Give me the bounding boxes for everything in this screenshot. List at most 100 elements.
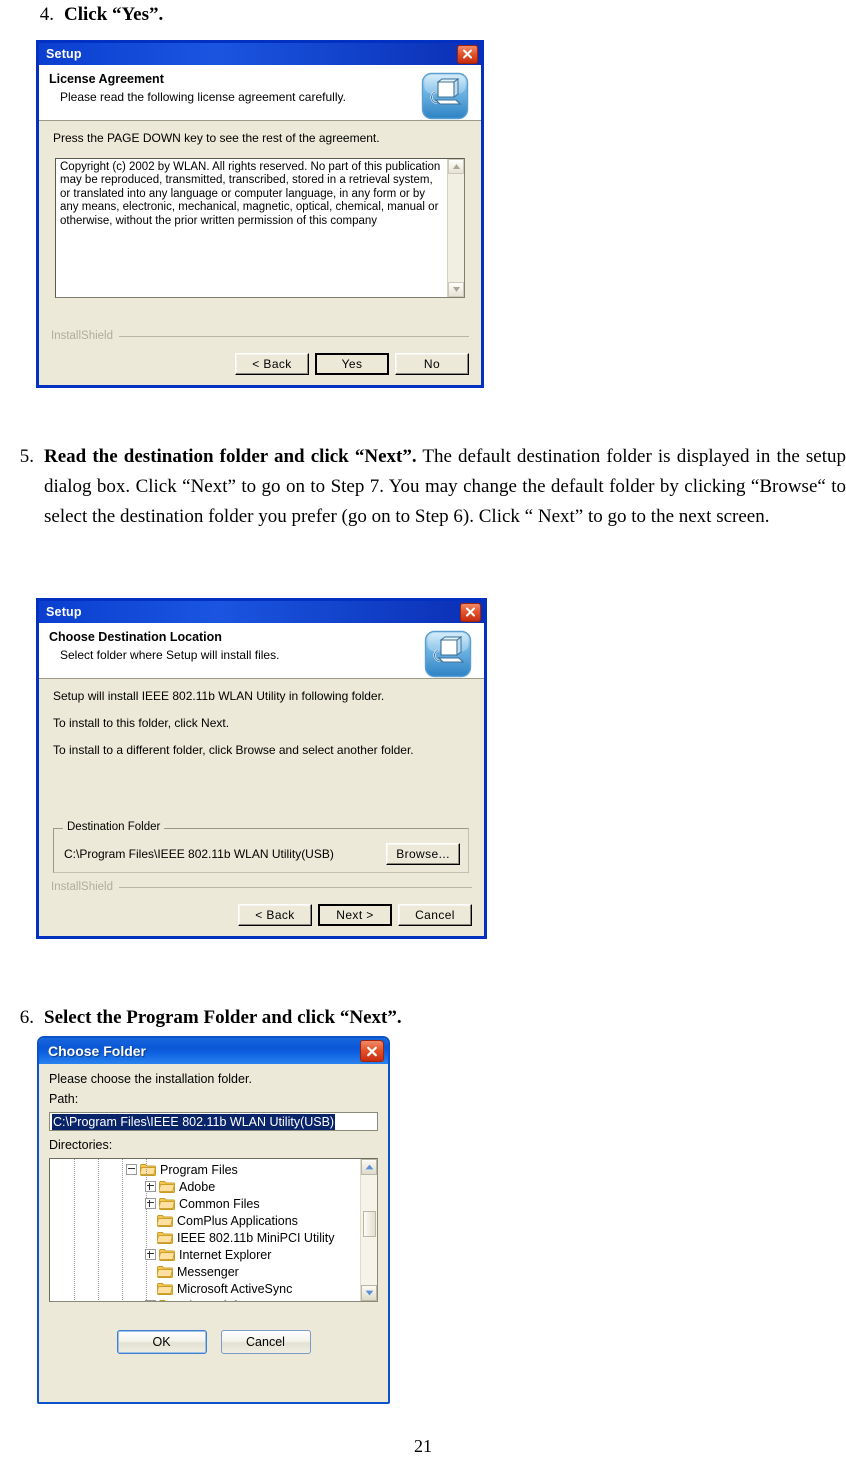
tree-item-label: Common Files bbox=[179, 1196, 260, 1211]
footer-divider bbox=[119, 335, 469, 337]
destination-folder-label: Destination Folder bbox=[63, 821, 165, 833]
no-button[interactable]: No bbox=[395, 353, 469, 375]
destination-button-row: < Back Next > Cancel bbox=[51, 904, 472, 926]
expand-plus-icon[interactable] bbox=[145, 1181, 156, 1192]
step-4-number: 4. bbox=[39, 4, 54, 25]
destination-line-1: Setup will install IEEE 802.11b WLAN Uti… bbox=[53, 689, 385, 703]
page-number: 21 bbox=[414, 1436, 432, 1456]
choose-folder-title: Choose Folder bbox=[48, 1043, 147, 1059]
collapse-minus-icon[interactable] bbox=[126, 1164, 137, 1175]
tree-item[interactable]: Program Files bbox=[50, 1161, 360, 1178]
installshield-computer-icon bbox=[424, 630, 472, 677]
expand-plus-icon[interactable] bbox=[145, 1198, 156, 1209]
scroll-down-icon[interactable] bbox=[361, 1285, 377, 1301]
scroll-up-icon[interactable] bbox=[361, 1159, 377, 1175]
tree-item[interactable]: microsoft frontpage bbox=[50, 1297, 360, 1301]
step-4-bold: Click “Yes”. bbox=[64, 4, 164, 25]
close-icon[interactable] bbox=[360, 1040, 384, 1062]
choose-folder-prompt: Please choose the installation folder. bbox=[49, 1072, 252, 1086]
scrollbar-thumb[interactable] bbox=[362, 1211, 376, 1237]
license-body: Press the PAGE DOWN key to see the rest … bbox=[39, 121, 481, 298]
tree-item-label: Adobe bbox=[179, 1179, 216, 1194]
destination-line-3: To install to a different folder, click … bbox=[53, 743, 414, 757]
license-dialog-title: Setup bbox=[46, 47, 82, 61]
browse-button[interactable]: Browse... bbox=[386, 842, 460, 865]
license-button-row: < Back Yes No bbox=[51, 353, 469, 375]
back-button[interactable]: < Back bbox=[238, 904, 312, 926]
footer-divider bbox=[119, 886, 472, 888]
close-icon[interactable] bbox=[457, 44, 478, 64]
step-5-bold: Read the destination folder and click “N… bbox=[44, 446, 417, 467]
scroll-down-icon[interactable] bbox=[448, 282, 464, 297]
folder-icon bbox=[157, 1231, 177, 1244]
tree-item[interactable]: Messenger bbox=[50, 1263, 360, 1280]
license-instruction: Press the PAGE DOWN key to see the rest … bbox=[53, 131, 380, 145]
scroll-up-icon[interactable] bbox=[448, 159, 464, 174]
license-scrollbar[interactable] bbox=[447, 159, 464, 297]
choose-folder-titlebar[interactable]: Choose Folder bbox=[39, 1038, 388, 1064]
expand-plus-icon[interactable] bbox=[145, 1249, 156, 1260]
destination-header-band: Choose Destination Location Select folde… bbox=[39, 623, 484, 679]
destination-dialog-title: Setup bbox=[46, 605, 82, 619]
folder-icon bbox=[159, 1197, 179, 1210]
back-button[interactable]: < Back bbox=[235, 353, 309, 375]
cancel-button[interactable]: Cancel bbox=[220, 1330, 311, 1354]
tree-guide-line bbox=[74, 1159, 75, 1301]
destination-header-text: Choose Destination Location Select folde… bbox=[49, 629, 424, 678]
license-header-band: License Agreement Please read the follow… bbox=[39, 65, 481, 121]
ok-button[interactable]: OK bbox=[116, 1330, 207, 1354]
tree-item[interactable]: ComPlus Applications bbox=[50, 1212, 360, 1229]
tree-item[interactable]: Adobe bbox=[50, 1178, 360, 1195]
tree-item-label: Program Files bbox=[160, 1162, 238, 1177]
license-header-title: License Agreement bbox=[49, 72, 164, 86]
path-input[interactable]: C:\Program Files\IEEE 802.11b WLAN Utili… bbox=[49, 1112, 378, 1131]
expand-plus-icon[interactable] bbox=[145, 1300, 156, 1301]
step-5-number: 5. bbox=[19, 446, 34, 467]
tree-item-label: Internet Explorer bbox=[179, 1247, 272, 1262]
installshield-brand: InstallShield bbox=[51, 330, 114, 342]
tree-item-label: Messenger bbox=[177, 1264, 239, 1279]
folder-icon bbox=[157, 1282, 177, 1295]
tree-item-label: Microsoft ActiveSync bbox=[177, 1281, 293, 1296]
tree-item[interactable]: Microsoft ActiveSync bbox=[50, 1280, 360, 1297]
installshield-brand: InstallShield bbox=[51, 881, 114, 893]
tree-item-label: microsoft frontpage bbox=[179, 1299, 286, 1302]
license-dialog-titlebar[interactable]: Setup bbox=[39, 43, 481, 65]
folder-icon bbox=[140, 1163, 160, 1176]
folder-icon bbox=[159, 1180, 179, 1193]
tree-item[interactable]: Internet Explorer bbox=[50, 1246, 360, 1263]
license-brand-rule: InstallShield bbox=[51, 330, 469, 342]
tree-rows[interactable]: Program Files Adobe Common Files ComPlus Ap… bbox=[50, 1159, 360, 1301]
destination-footer: InstallShield < Back Next > Cancel bbox=[39, 881, 484, 936]
folder-icon bbox=[159, 1299, 179, 1301]
choose-folder-button-row: OK Cancel bbox=[49, 1330, 378, 1354]
step-5-text: Read the destination folder and click “N… bbox=[44, 442, 846, 532]
tree-item-label: ComPlus Applications bbox=[177, 1213, 298, 1228]
license-text-panel[interactable]: Copyright (c) 2002 by WLAN. All rights r… bbox=[55, 158, 465, 298]
step-6: 6. Select the Program Folder and click “… bbox=[0, 1003, 620, 1033]
close-icon[interactable] bbox=[460, 602, 481, 622]
destination-line-2: To install to this folder, click Next. bbox=[53, 716, 230, 730]
destination-dialog-titlebar[interactable]: Setup bbox=[39, 601, 484, 623]
tree-item[interactable]: IEEE 802.11b MiniPCI Utility bbox=[50, 1229, 360, 1246]
installshield-computer-icon bbox=[421, 72, 469, 119]
yes-button[interactable]: Yes bbox=[315, 353, 389, 375]
folder-icon bbox=[159, 1248, 179, 1261]
destination-header-title: Choose Destination Location bbox=[49, 630, 222, 644]
cancel-button[interactable]: Cancel bbox=[398, 904, 472, 926]
tree-scrollbar[interactable] bbox=[360, 1159, 377, 1301]
license-header-subtitle: Please read the following license agreem… bbox=[60, 90, 346, 104]
step-6-number: 6. bbox=[19, 1007, 34, 1028]
tree-guide-line bbox=[98, 1159, 99, 1301]
choose-destination-dialog: Setup Choose Destination Location Select… bbox=[36, 598, 487, 939]
destination-folder-group: Destination Folder C:\Program Files\IEEE… bbox=[53, 821, 469, 873]
directories-tree[interactable]: Program Files Adobe Common Files ComPlus Ap… bbox=[49, 1158, 378, 1302]
tree-item[interactable]: Common Files bbox=[50, 1195, 360, 1212]
choose-folder-dialog: Choose Folder Please choose the installa… bbox=[37, 1036, 390, 1404]
tree-item-label: IEEE 802.11b MiniPCI Utility bbox=[177, 1230, 335, 1245]
step-4-text: Click “Yes”. bbox=[64, 0, 163, 30]
next-button[interactable]: Next > bbox=[318, 904, 392, 926]
path-label: Path: bbox=[49, 1092, 79, 1106]
path-input-value: C:\Program Files\IEEE 802.11b WLAN Utili… bbox=[52, 1113, 336, 1130]
license-text: Copyright (c) 2002 by WLAN. All rights r… bbox=[60, 161, 441, 227]
